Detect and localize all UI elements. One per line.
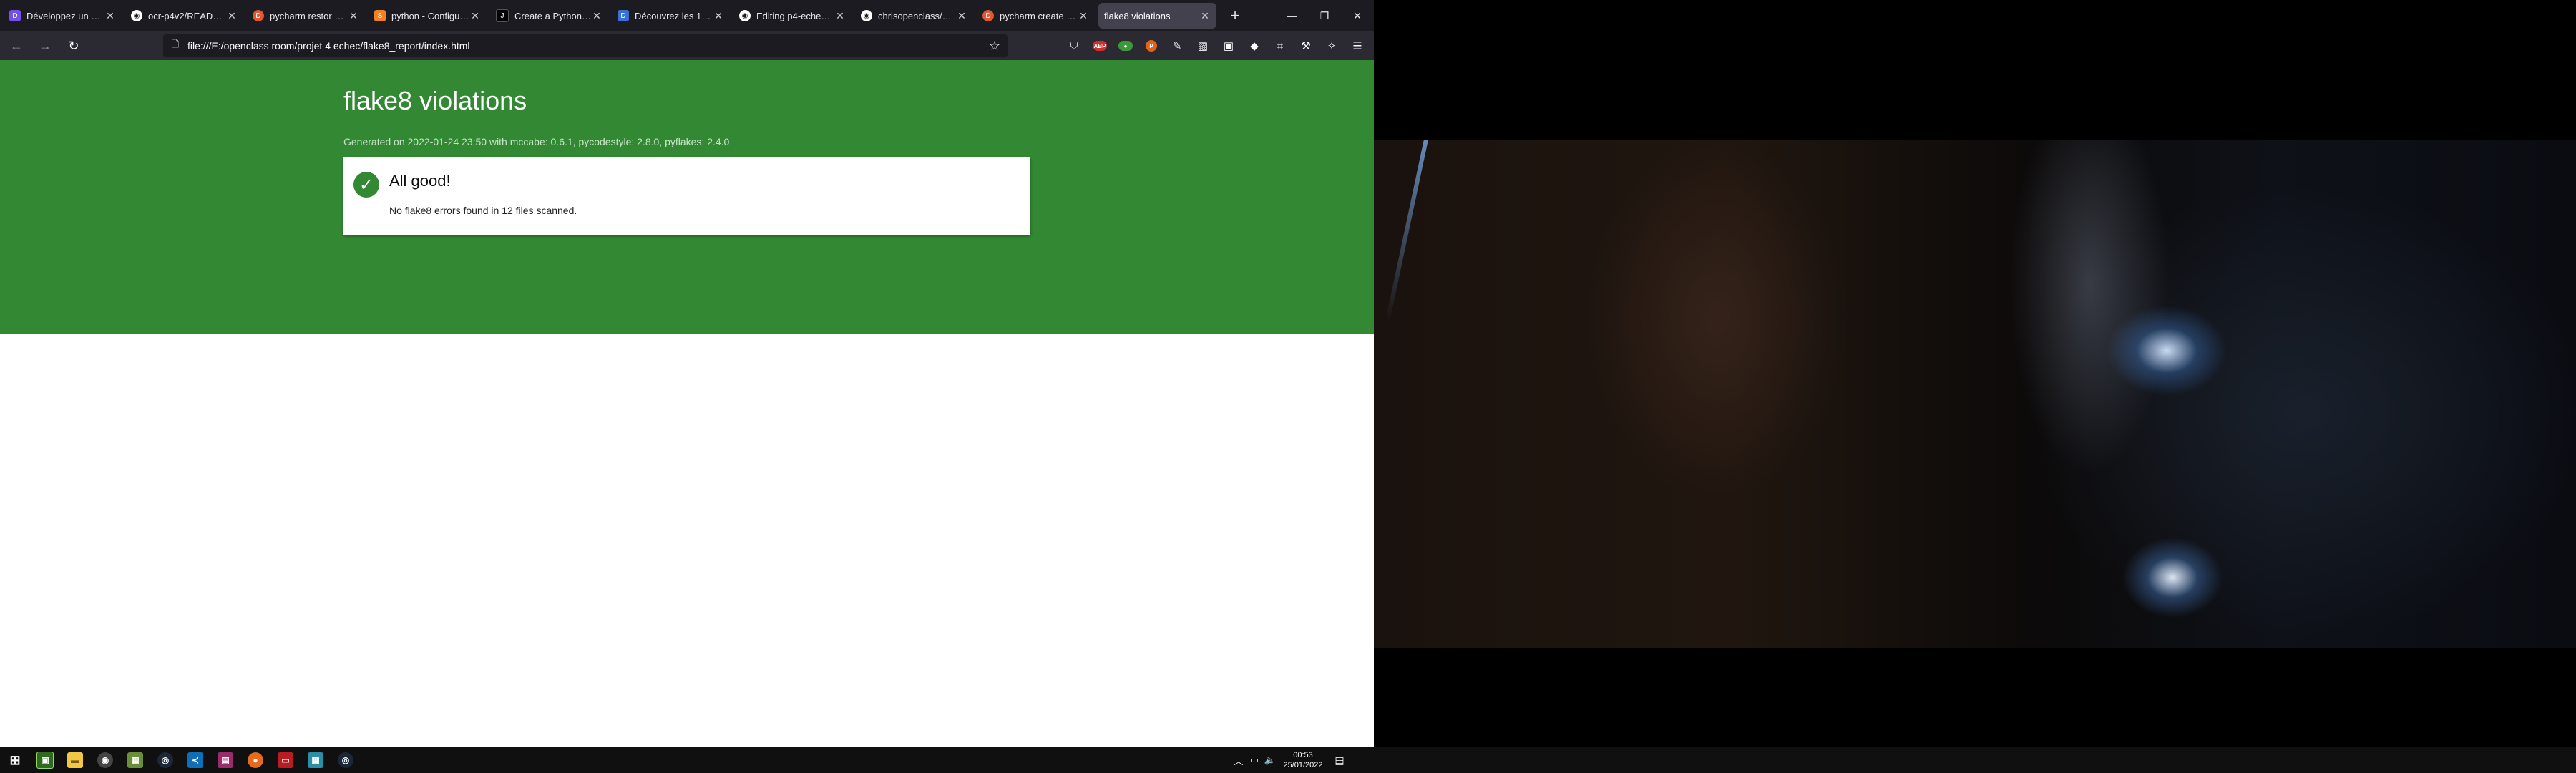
- github-icon: ◉: [131, 10, 142, 21]
- address-bar[interactable]: 🗋 file:///E:/openclass room/projet 4 ech…: [163, 34, 1008, 57]
- stackoverflow-icon: S: [374, 10, 386, 21]
- reload-icon[interactable]: ↻: [62, 34, 86, 57]
- volume-icon[interactable]: 🔈: [1262, 747, 1278, 773]
- clock[interactable]: 00:53 25/01/2022: [1278, 750, 1328, 770]
- checkmark-icon: ✓: [353, 172, 379, 198]
- tab-label: ocr-p4v2/README.m: [148, 10, 226, 21]
- minecraft-icon[interactable]: ▦: [120, 747, 150, 773]
- tab-pycharm-restor[interactable]: D pycharm restor existi ✕: [247, 3, 365, 29]
- adblock-icon[interactable]: ABP: [1089, 35, 1111, 57]
- menu-hamburger-icon[interactable]: ☰: [1347, 35, 1368, 57]
- close-tab-icon[interactable]: ✕: [591, 10, 602, 22]
- tab-chrisopenclass[interactable]: ◉ chrisopenclass/p4-ec ✕: [855, 3, 973, 29]
- tab-label: flake8 violations: [1104, 10, 1171, 21]
- tab-label: python - Configuring: [391, 10, 469, 21]
- jetbrains-icon: J: [496, 9, 509, 22]
- video-player[interactable]: [1374, 0, 2576, 747]
- page-content: flake8 violations Generated on 2022-01-2…: [0, 60, 1374, 747]
- image-extension-icon[interactable]: ▨: [1192, 35, 1214, 57]
- close-tab-icon[interactable]: ✕: [1078, 10, 1089, 22]
- tab-label: Développez un proje: [26, 10, 104, 21]
- close-tab-icon[interactable]: ✕: [104, 10, 116, 22]
- result-description: No flake8 errors found in 12 files scann…: [389, 205, 577, 216]
- tab-label: pycharm restor existi: [270, 10, 348, 21]
- duckduckgo-icon: D: [982, 10, 994, 21]
- result-card: ✓ All good! No flake8 errors found in 12…: [343, 157, 1030, 235]
- tab-flake8-violations[interactable]: flake8 violations ✕: [1098, 3, 1216, 29]
- app-calendar-icon[interactable]: ▦: [301, 747, 331, 773]
- result-title: All good!: [389, 172, 451, 190]
- openclassrooms-icon: D: [618, 10, 629, 21]
- page-icon[interactable]: 🗋: [163, 38, 187, 54]
- tools-icon[interactable]: ⚒: [1295, 35, 1317, 57]
- report-header: flake8 violations Generated on 2022-01-2…: [0, 60, 1374, 334]
- forward-arrow-icon[interactable]: →: [33, 34, 57, 57]
- screenshot-extension-icon[interactable]: ▣: [1218, 35, 1239, 57]
- tray-chevron-icon[interactable]: ︿: [1231, 747, 1246, 773]
- new-tab-button[interactable]: +: [1222, 3, 1248, 29]
- steam-icon[interactable]: ◎: [150, 747, 180, 773]
- close-tab-icon[interactable]: ✕: [469, 10, 481, 22]
- clock-time: 00:53: [1293, 751, 1313, 759]
- close-tab-icon[interactable]: ✕: [226, 10, 238, 22]
- light-beam: [1385, 140, 1428, 322]
- tab-python-configuring[interactable]: S python - Configuring ✕: [369, 3, 487, 29]
- close-tab-icon[interactable]: ✕: [956, 10, 967, 22]
- windows-start-icon[interactable]: ⊞: [0, 747, 30, 773]
- app-red-icon[interactable]: ▭: [270, 747, 301, 773]
- minimize-icon[interactable]: —: [1275, 0, 1308, 31]
- back-arrow-icon[interactable]: ←: [4, 34, 29, 57]
- github-icon: ◉: [861, 10, 872, 21]
- github-icon: ◉: [739, 10, 751, 21]
- tab-bar: D Développez un proje ✕ ◉ ocr-p4v2/READM…: [0, 0, 1374, 31]
- tab-label: Editing p4-echec/RE: [756, 10, 834, 21]
- tab-label: Create a Python proje: [514, 10, 591, 21]
- terminal-app-icon[interactable]: ▣: [30, 747, 60, 773]
- crop-icon[interactable]: ⌗: [1269, 35, 1291, 57]
- close-tab-icon[interactable]: ✕: [348, 10, 359, 22]
- toggle-extension-icon[interactable]: ●: [1115, 35, 1136, 57]
- tab-developpez[interactable]: D Développez un proje ✕: [4, 3, 122, 29]
- privacy-badger-icon[interactable]: P: [1141, 35, 1162, 57]
- color-picker-icon[interactable]: ◆: [1244, 35, 1265, 57]
- notifications-icon[interactable]: ▤: [1328, 754, 1351, 767]
- vscode-icon[interactable]: ≺: [180, 747, 210, 773]
- system-tray: ︿ ▭ 🔈 00:53 25/01/2022 ▤: [1231, 747, 1351, 773]
- winrar-icon[interactable]: ▤: [210, 747, 240, 773]
- url-text[interactable]: file:///E:/openclass room/projet 4 echec…: [187, 40, 470, 52]
- browser-window: D Développez un proje ✕ ◉ ocr-p4v2/READM…: [0, 0, 1374, 747]
- extensions-puzzle-icon[interactable]: ✧: [1321, 35, 1342, 57]
- tab-create-python-project[interactable]: J Create a Python proje ✕: [490, 3, 608, 29]
- close-tab-icon[interactable]: ✕: [834, 10, 846, 22]
- eyedropper-icon[interactable]: ✎: [1166, 35, 1188, 57]
- close-window-icon[interactable]: ✕: [1341, 0, 1374, 31]
- restore-icon[interactable]: ❐: [1308, 0, 1341, 31]
- close-tab-icon[interactable]: ✕: [713, 10, 724, 22]
- bookmark-star-icon[interactable]: ☆: [989, 39, 1000, 54]
- tab-ocr-readme[interactable]: ◉ ocr-p4v2/README.m ✕: [125, 3, 243, 29]
- page-title: flake8 violations: [343, 86, 527, 115]
- tab-decouvrez[interactable]: D Découvrez les 10 plu ✕: [612, 3, 730, 29]
- window-controls: — ❐ ✕: [1275, 0, 1374, 31]
- tab-editing-p4[interactable]: ◉ Editing p4-echec/RE ✕: [733, 3, 852, 29]
- close-tab-icon[interactable]: ✕: [1199, 10, 1211, 22]
- tab-label: pycharm create virtu: [1000, 10, 1078, 21]
- extensions-toolbar: ⛉ ABP ● P ✎ ▨ ▣ ◆ ⌗ ⚒ ✧ ☰: [1059, 34, 1368, 57]
- video-frame[interactable]: [1374, 140, 2576, 648]
- steam-running-icon[interactable]: ◎: [331, 747, 361, 773]
- github-desktop-icon[interactable]: ◉: [90, 747, 120, 773]
- generated-info: Generated on 2022-01-24 23:50 with mccab…: [343, 136, 730, 147]
- clock-date: 25/01/2022: [1283, 761, 1323, 769]
- duckduckgo-icon: D: [253, 10, 264, 21]
- tab-pycharm-create-virtualenv[interactable]: D pycharm create virtu ✕: [977, 3, 1095, 29]
- firefox-icon[interactable]: ●: [240, 747, 270, 773]
- tab-label: chrisopenclass/p4-ec: [878, 10, 956, 21]
- network-icon[interactable]: ▭: [1246, 747, 1262, 773]
- file-explorer-icon[interactable]: ▬: [60, 747, 90, 773]
- pocket-icon[interactable]: ⛉: [1063, 35, 1085, 57]
- taskbar: ⊞ ▣ ▬ ◉ ▦ ◎ ≺ ▤ ● ▭ ▦ ◎ ︿ ▭ 🔈 00:53 25/0…: [0, 747, 2576, 773]
- openclassrooms-icon: D: [9, 10, 21, 21]
- tab-label: Découvrez les 10 plu: [635, 10, 713, 21]
- navigation-toolbar: ← → ↻ 🗋 file:///E:/openclass room/projet…: [0, 31, 1374, 60]
